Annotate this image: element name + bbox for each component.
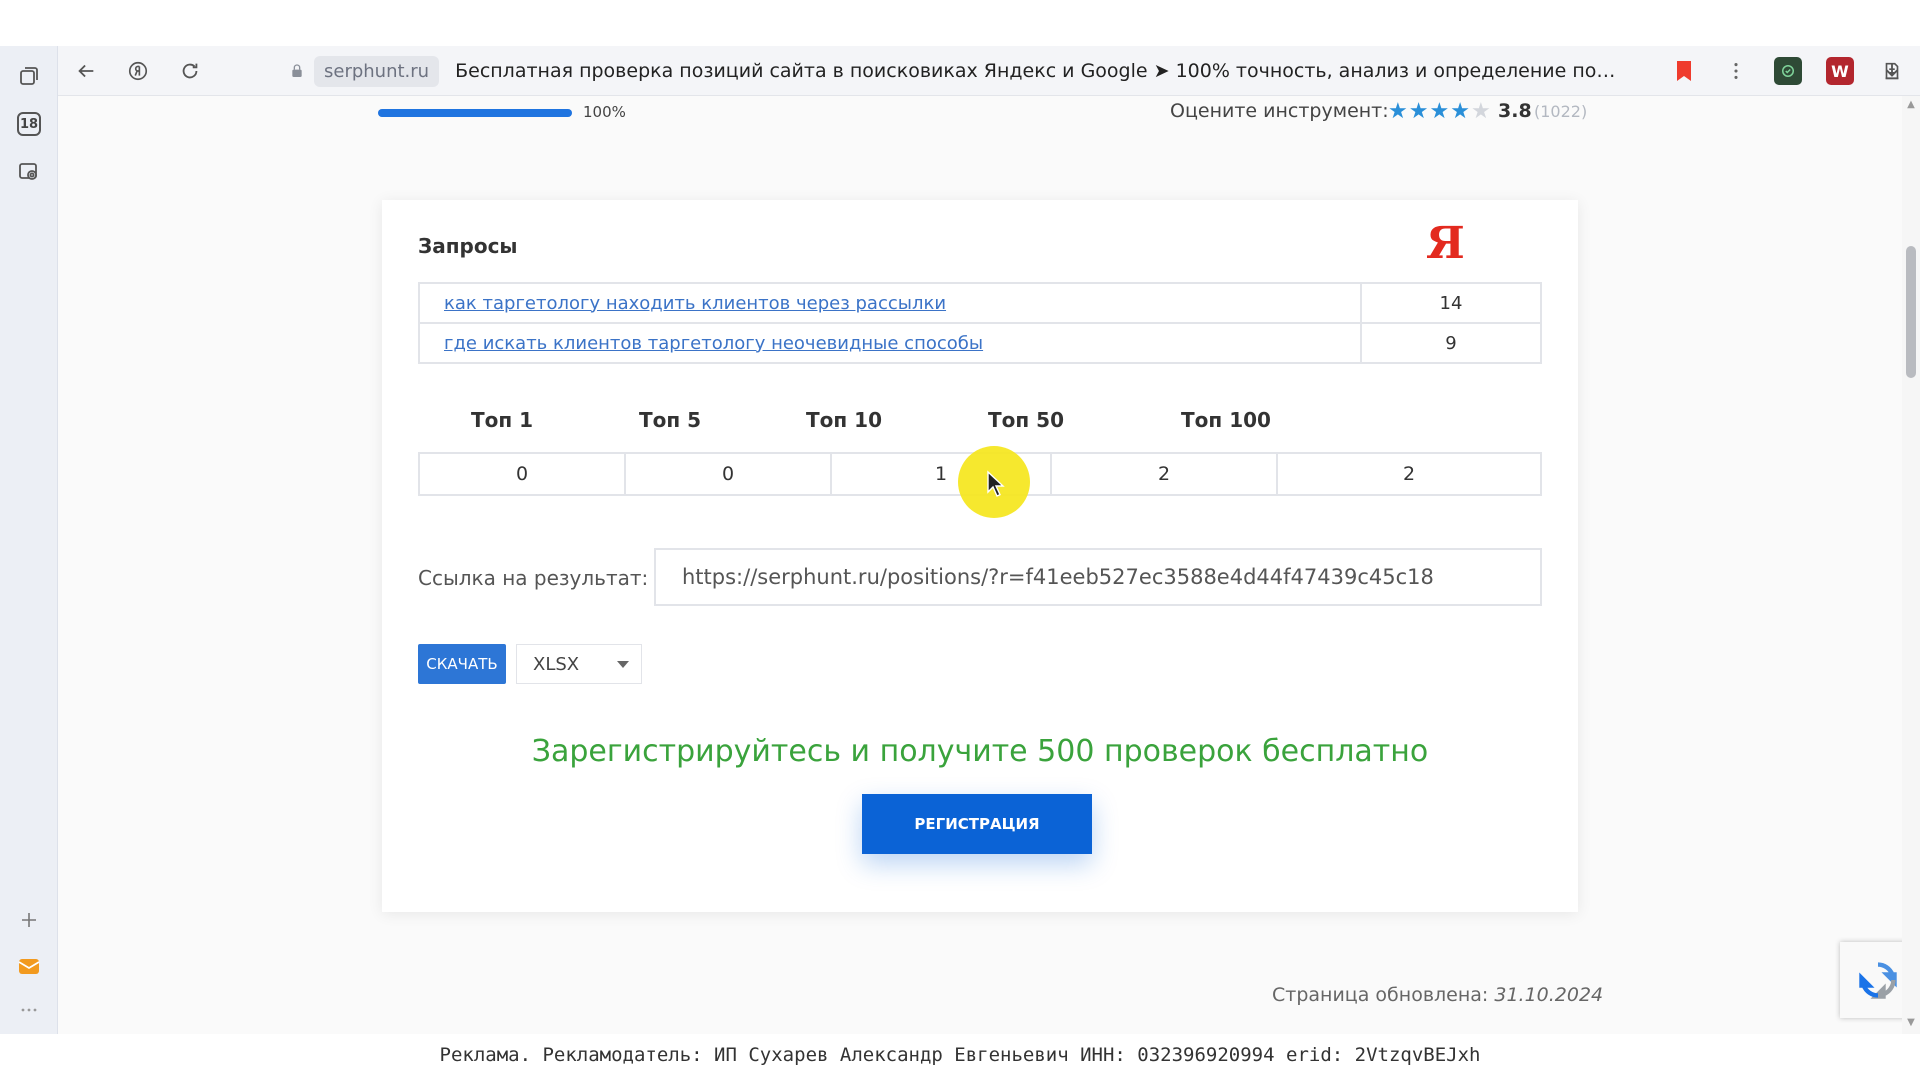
yandex-home-icon[interactable] [124, 57, 152, 85]
top-value: 2 [1050, 452, 1278, 496]
page-scrollbar[interactable]: ▲ ▼ [1902, 96, 1920, 1034]
star-filled-icon[interactable]: ★ [1429, 99, 1449, 124]
format-select[interactable]: XLSX [516, 644, 642, 684]
top-label: Топ 100 [1181, 408, 1271, 432]
extension-green-icon[interactable] [1774, 57, 1802, 85]
table-row: где искать клиентов таргетологу неочевид… [418, 322, 1542, 364]
results-card: Запросы Я как таргетологу находить клиен… [382, 200, 1578, 912]
star-filled-icon[interactable]: ★ [1450, 99, 1470, 124]
mail-icon[interactable] [13, 950, 45, 982]
chevron-down-icon [617, 661, 629, 668]
table-row: как таргетологу находить клиентов через … [418, 282, 1542, 324]
scroll-down-icon[interactable]: ▼ [1906, 1018, 1916, 1028]
star-filled-icon[interactable]: ★ [1409, 99, 1429, 124]
address-domain: serphunt.ru [314, 55, 440, 87]
yandex-logo-icon: Я [1426, 218, 1465, 269]
rating-count: (1022) [1534, 102, 1588, 121]
top-value: 0 [418, 452, 626, 496]
result-link-label: Ссылка на результат: [418, 566, 649, 590]
download-button[interactable]: СКАЧАТЬ [418, 644, 506, 684]
extension-w-icon[interactable]: W [1826, 57, 1854, 85]
query-link[interactable]: как таргетологу находить клиентов через … [444, 293, 946, 314]
scroll-up-icon[interactable]: ▲ [1906, 100, 1916, 110]
more-dots-icon[interactable] [13, 994, 45, 1026]
top-value: 0 [624, 452, 832, 496]
page-content: 100% Оцените инструмент: ★ ★ ★ ★ ★ 3.8 (1022… [58, 96, 1902, 1034]
tops-header: Топ 1 Топ 5 Топ 10 Топ 50 Топ 100 [418, 408, 1542, 438]
rating-stars[interactable]: ★ ★ ★ ★ ★ [1388, 99, 1492, 124]
calendar-badge-icon[interactable]: 18 [13, 108, 45, 140]
query-position: 14 [1360, 282, 1542, 324]
queries-title: Запросы [418, 234, 518, 258]
queries-table: как таргетологу находить клиентов через … [418, 282, 1542, 364]
top-label: Топ 50 [988, 408, 1064, 432]
browser-sidebar: 18 [0, 46, 58, 1034]
rating-label: Оцените инструмент: [1170, 100, 1389, 122]
top-label: Топ 10 [806, 408, 882, 432]
sidebar-badge: 18 [17, 112, 41, 136]
progress-label: 100% [583, 103, 626, 121]
reload-icon[interactable] [176, 57, 204, 85]
result-link-field[interactable]: https://serphunt.ru/positions/?r=f41eeb5… [654, 548, 1542, 606]
recaptcha-badge[interactable] [1840, 942, 1902, 1018]
screenshot-icon[interactable] [13, 156, 45, 188]
top-strip [0, 0, 1920, 46]
back-arrow-icon[interactable] [72, 57, 100, 85]
rating-value: 3.8 [1498, 100, 1532, 122]
star-filled-icon[interactable]: ★ [1388, 99, 1408, 124]
promo-text: Зарегистрируйтесь и получите 500 проверо… [531, 734, 1429, 769]
download-icon[interactable] [1878, 57, 1906, 85]
query-position: 9 [1360, 322, 1542, 364]
mouse-cursor-icon [987, 470, 1005, 497]
menu-dots-icon[interactable] [1722, 57, 1750, 85]
updated-label: Страница обновлена: [1272, 984, 1489, 1006]
add-panel-icon[interactable] [13, 904, 45, 936]
top-value: 2 [1276, 452, 1542, 496]
address-bar[interactable]: serphunt.ru Бесплатная проверка позиций … [222, 52, 1709, 90]
scroll-thumb[interactable] [1906, 246, 1916, 378]
page-title: Бесплатная проверка позиций сайта в поис… [455, 60, 1625, 82]
star-empty-icon[interactable]: ★ [1471, 99, 1491, 124]
bookmark-icon[interactable] [1675, 61, 1693, 81]
register-button[interactable]: РЕГИСТРАЦИЯ [862, 794, 1092, 854]
top-label: Топ 5 [638, 408, 702, 432]
browser-toolbar: serphunt.ru Бесплатная проверка позиций … [58, 46, 1920, 96]
page-updated: Страница обновлена: 31.10.2024 [1272, 984, 1603, 1006]
progress-fill [378, 109, 572, 117]
format-select-value: XLSX [533, 653, 580, 675]
top-label: Топ 1 [470, 408, 534, 432]
progress-bar [378, 109, 572, 117]
ad-disclaimer: Реклама. Рекламодатель: ИП Сухарев Алекс… [0, 1034, 1920, 1080]
query-link[interactable]: где искать клиентов таргетологу неочевид… [444, 333, 983, 354]
updated-date: 31.10.2024 [1494, 984, 1604, 1006]
tabs-panel-icon[interactable] [13, 60, 45, 92]
lock-icon [286, 60, 308, 82]
recaptcha-icon [1859, 962, 1897, 999]
